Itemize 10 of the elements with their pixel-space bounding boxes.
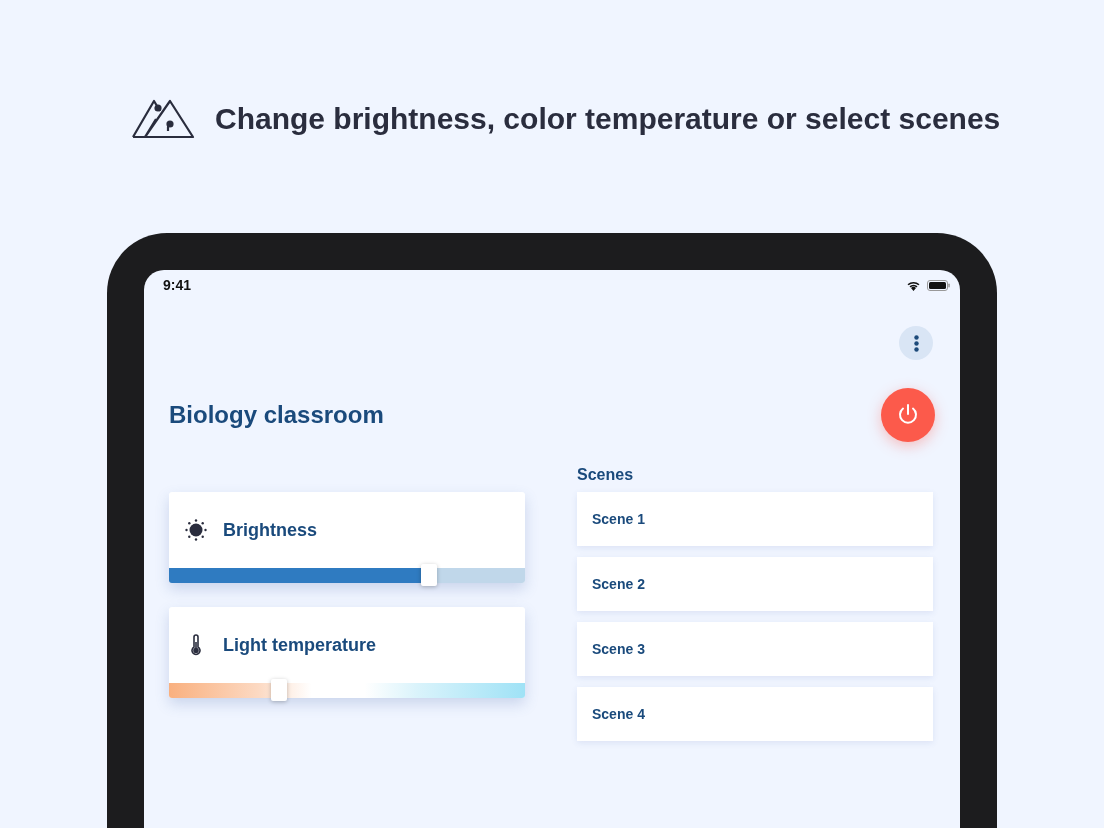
scene-button[interactable]: Scene 4 — [577, 687, 933, 741]
slider-label: Brightness — [223, 518, 318, 542]
scenes-heading: Scenes — [577, 465, 635, 485]
scene-button[interactable]: Scene 1 — [577, 492, 933, 546]
headline: Change brightness, color temperature or select scenes — [215, 101, 1001, 137]
room-title: Biology classroom — [169, 400, 384, 430]
scene-button[interactable]: Scene 3 — [577, 622, 933, 676]
scene-button[interactable]: Scene 2 — [577, 557, 933, 611]
status-time: 9:41 — [163, 276, 192, 295]
slider-label: Light temperature — [223, 633, 377, 657]
